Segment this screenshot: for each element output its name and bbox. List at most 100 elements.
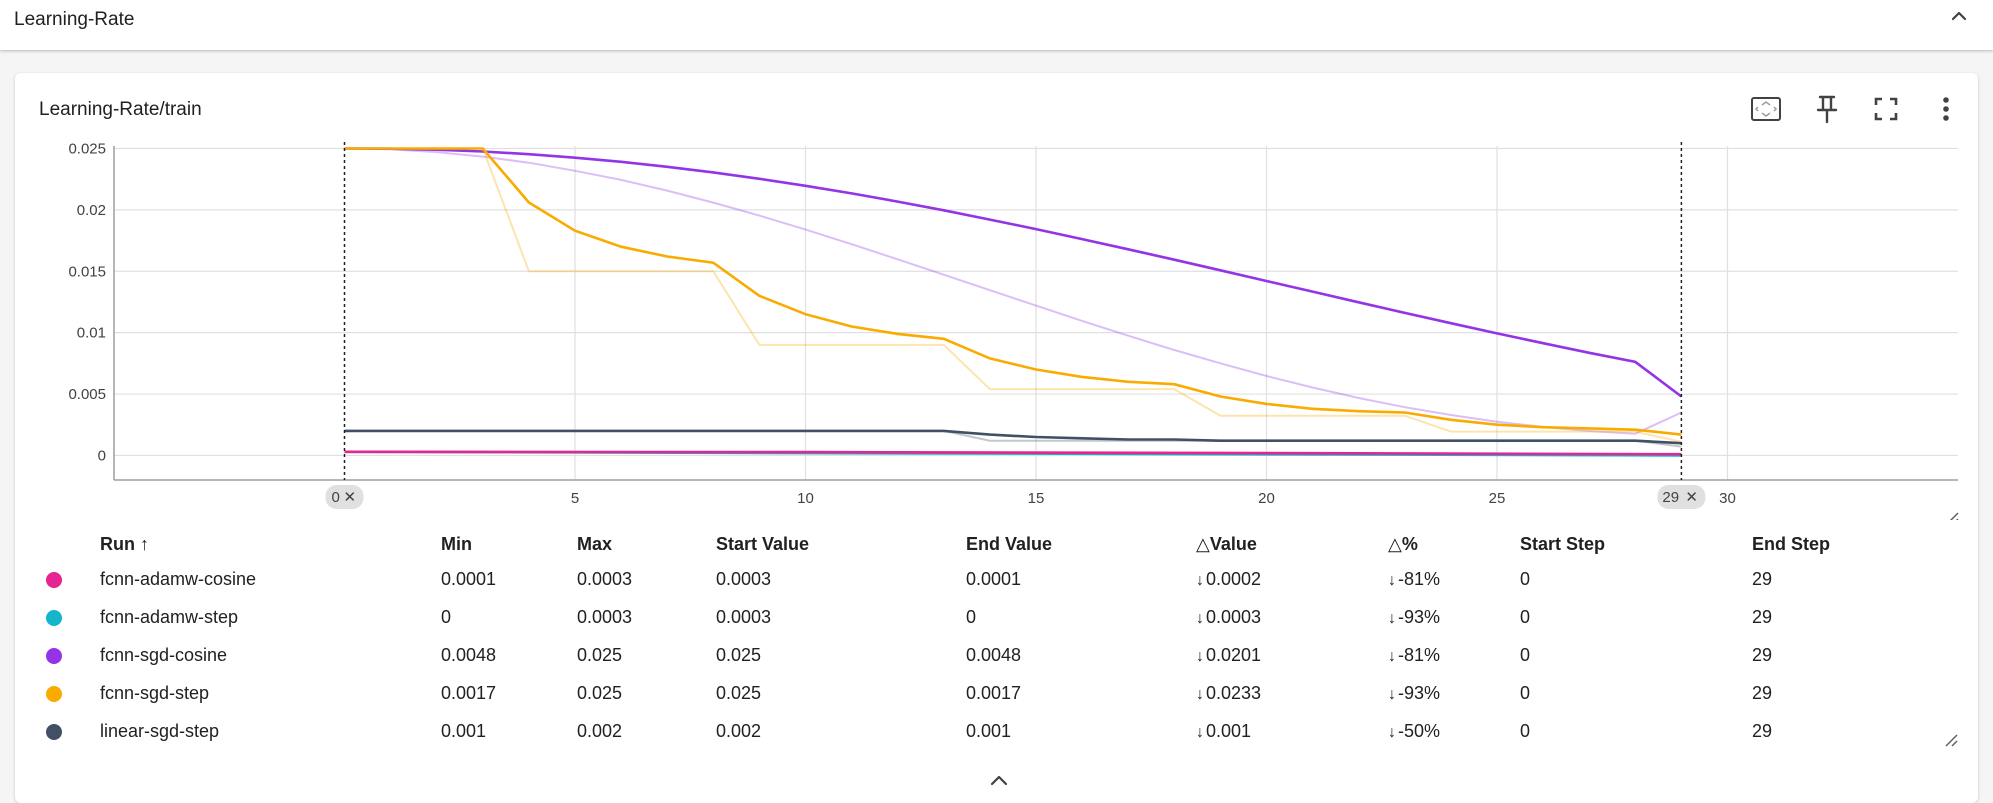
delta-percent-cell: ↓ -93% — [1388, 598, 1520, 636]
end-step-pill[interactable]: 29 ✕ — [1657, 485, 1706, 509]
close-icon[interactable]: ✕ — [344, 489, 357, 506]
more-menu-button[interactable] — [1929, 92, 1963, 126]
end-step-column-header[interactable]: End Step — [1752, 528, 1922, 560]
close-icon[interactable]: ✕ — [1685, 489, 1698, 506]
run-column-header[interactable]: Run ↑ — [100, 528, 441, 560]
arrow-down-icon: ↓ — [1196, 685, 1204, 703]
table-row[interactable]: linear-sgd-step 0.001 0.002 0.002 0.001 ↓ 0.00… — [34, 712, 1922, 750]
series-line-fcnn-adamw-cosine[interactable] — [344, 450, 1682, 456]
start-step-pill[interactable]: 0 ✕ — [325, 485, 364, 509]
delta-percent-cell: ↓ -50% — [1388, 712, 1520, 750]
start-value-column-header[interactable]: Start Value — [716, 528, 966, 560]
min-value: 0 — [441, 606, 452, 627]
y-axis: 0 0.005 0.01 0.015 0.02 0.025 — [68, 140, 115, 480]
arrow-down-icon: ↓ — [1388, 609, 1396, 627]
fullscreen-button[interactable] — [1869, 92, 1903, 126]
series-line-raw-linear-sgd-step[interactable] — [344, 429, 1682, 448]
end-step: 29 — [1752, 568, 1773, 589]
end-step: 29 — [1752, 682, 1773, 703]
delta-value: 0.0002 — [1206, 568, 1262, 589]
end-value: 0.001 — [966, 720, 1012, 741]
pin-icon — [1816, 95, 1838, 124]
table-header-row: Run ↑ Min Max Start Value End Value △Val… — [34, 528, 1922, 560]
end-step-label: 29 — [1662, 489, 1679, 506]
y-tick-label: 0.01 — [77, 325, 106, 342]
arrow-down-icon: ↓ — [1196, 609, 1204, 627]
arrow-down-icon: ↓ — [1196, 571, 1204, 589]
end-value: 0.0017 — [966, 682, 1022, 703]
min-value: 0.0017 — [441, 682, 497, 703]
min-column-header[interactable]: Min — [441, 528, 577, 560]
delta-value: 0.0003 — [1206, 606, 1262, 627]
card-title: Learning-Rate/train — [39, 99, 202, 120]
run-color-swatch[interactable] — [46, 723, 62, 740]
run-summary-table: Run ↑ Min Max Start Value End Value △Val… — [34, 528, 1922, 750]
fit-to-domain-icon — [1751, 97, 1781, 121]
y-tick-label: 0.02 — [77, 202, 106, 219]
run-name: fcnn-sgd-cosine — [100, 644, 228, 665]
run-color-swatch[interactable] — [46, 609, 62, 626]
table-row[interactable]: fcnn-adamw-cosine 0.0001 0.0003 0.0003 0.000… — [34, 560, 1922, 598]
min-value: 0.0001 — [441, 568, 497, 589]
max-value: 0.025 — [577, 644, 623, 665]
end-value-column-header[interactable]: End Value — [966, 528, 1196, 560]
arrow-down-icon: ↓ — [1388, 571, 1396, 589]
series-line-raw-fcnn-sgd-step[interactable] — [344, 147, 1682, 443]
start-value: 0.0003 — [716, 568, 772, 589]
delta-percent-cell: ↓ -81% — [1388, 560, 1520, 598]
run-color-swatch[interactable] — [46, 685, 62, 702]
chevron-up-icon[interactable] — [1949, 6, 1969, 26]
end-value: 0.0048 — [966, 644, 1022, 665]
series-line-raw-fcnn-sgd-cosine[interactable] — [344, 147, 1682, 435]
run-color-swatch[interactable] — [46, 647, 62, 664]
resize-handle-icon[interactable] — [1944, 733, 1958, 747]
max-value: 0.025 — [577, 682, 623, 703]
end-value: 0 — [966, 606, 977, 627]
x-tick-label: 5 — [571, 490, 579, 507]
pin-button[interactable] — [1810, 92, 1844, 126]
start-value: 0.025 — [716, 644, 762, 665]
max-value: 0.0003 — [577, 606, 633, 627]
delta-value: 0.0201 — [1206, 644, 1262, 665]
delta-icon: △ — [1388, 533, 1402, 554]
delta-value-column-header[interactable]: △Value — [1196, 528, 1388, 560]
fit-to-domain-button[interactable] — [1749, 92, 1783, 126]
delta-percent: -93% — [1398, 606, 1441, 627]
delta-percent: -93% — [1398, 682, 1441, 703]
run-color-cell — [34, 712, 100, 750]
series-lines — [344, 147, 1683, 457]
arrow-down-icon: ↓ — [1388, 723, 1396, 741]
table-row[interactable]: fcnn-sgd-cosine 0.0048 0.025 0.025 0.0048 ↓ 0.… — [34, 636, 1922, 674]
series-line-fcnn-sgd-cosine[interactable] — [344, 147, 1683, 398]
delta-value-cell: ↓ 0.001 — [1196, 712, 1388, 750]
delta-percent-cell: ↓ -93% — [1388, 674, 1520, 712]
max-value: 0.0003 — [577, 568, 633, 589]
start-step-column-header[interactable]: Start Step — [1520, 528, 1752, 560]
resize-handle-icon[interactable] — [1946, 512, 1959, 520]
table-row[interactable]: fcnn-sgd-step 0.0017 0.025 0.025 0.0017 ↓ 0.02… — [34, 674, 1922, 712]
delta-value-cell: ↓ 0.0201 — [1196, 636, 1388, 674]
chevron-up-icon[interactable] — [987, 770, 1011, 790]
x-tick-label: 30 — [1719, 490, 1736, 507]
run-name: linear-sgd-step — [100, 720, 220, 741]
series-line-fcnn-sgd-step[interactable] — [344, 147, 1682, 436]
arrow-down-icon: ↓ — [1196, 647, 1204, 665]
run-color-swatch[interactable] — [46, 571, 62, 588]
more-vert-icon — [1943, 97, 1949, 121]
max-column-header[interactable]: Max — [577, 528, 716, 560]
run-color-cell — [34, 598, 100, 636]
end-step: 29 — [1752, 606, 1773, 627]
table-row[interactable]: fcnn-adamw-step 0 0.0003 0.0003 0 ↓ 0.0003 ↓ -93… — [34, 598, 1922, 636]
arrow-down-icon: ↓ — [1388, 685, 1396, 703]
run-color-cell — [34, 674, 100, 712]
x-tick-label: 25 — [1489, 490, 1506, 507]
delta-percent-column-header[interactable]: △% — [1388, 528, 1520, 560]
delta-icon: △ — [1196, 533, 1210, 554]
section-header: Learning-Rate — [0, 0, 1993, 50]
line-chart[interactable]: 0 0.005 0.01 0.015 0.02 0.025 5 10 15 20 25 30 0 ✕… — [0, 140, 1993, 520]
start-value: 0.002 — [716, 720, 762, 741]
start-step: 0 — [1520, 720, 1531, 741]
y-tick-label: 0.015 — [68, 263, 106, 280]
fullscreen-icon — [1874, 97, 1898, 121]
start-step: 0 — [1520, 644, 1531, 665]
